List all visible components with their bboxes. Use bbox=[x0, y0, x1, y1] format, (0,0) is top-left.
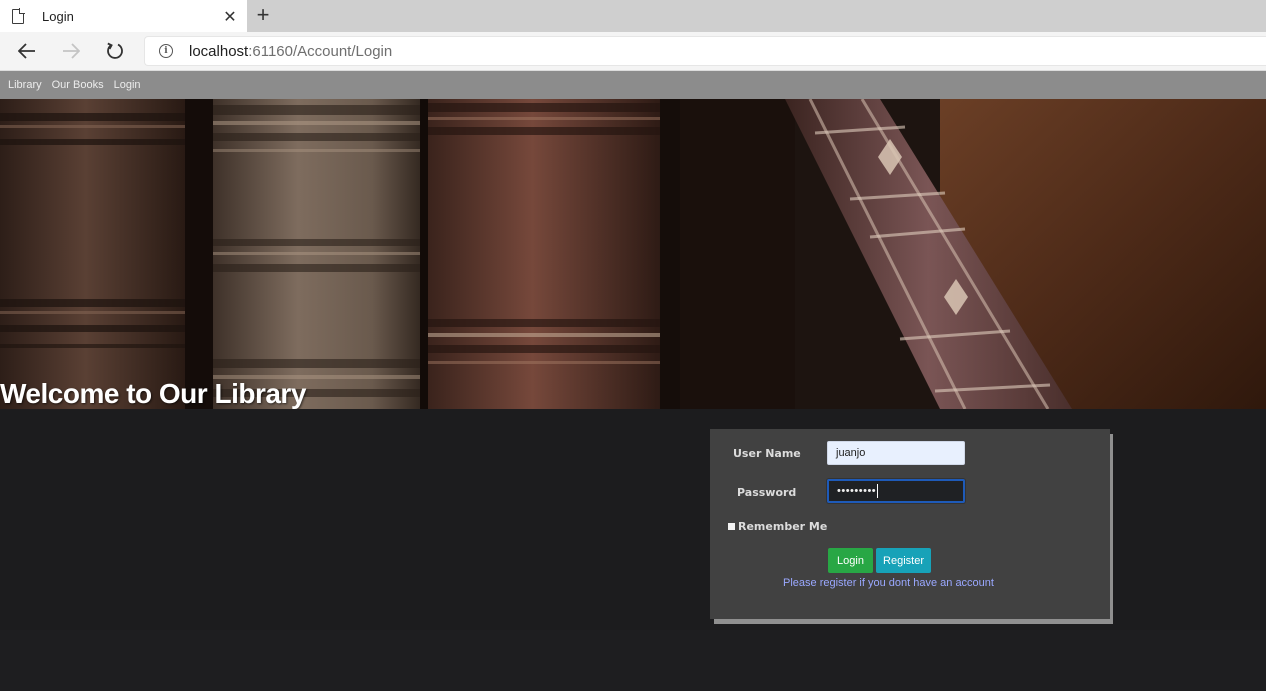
page-icon bbox=[12, 8, 25, 24]
new-tab-icon[interactable]: + bbox=[252, 4, 274, 26]
password-label: Password bbox=[737, 486, 797, 499]
browser-toolbar: i localhost:61160/Account/Login bbox=[0, 32, 1266, 71]
tab-title: Login bbox=[42, 8, 74, 24]
username-label: User Name bbox=[733, 447, 801, 460]
remember-me-label: Remember Me bbox=[738, 520, 828, 533]
reload-button[interactable] bbox=[98, 35, 132, 67]
username-input[interactable]: juanjo bbox=[827, 441, 965, 465]
login-form: User Name juanjo Password ••••••••• Reme… bbox=[710, 429, 1110, 619]
nav-link-login[interactable]: Login bbox=[114, 79, 141, 91]
url-host: localhost bbox=[189, 42, 249, 60]
forward-button[interactable] bbox=[54, 35, 88, 67]
remember-me: Remember Me bbox=[728, 520, 827, 533]
login-button[interactable]: Login bbox=[828, 548, 873, 573]
close-tab-icon[interactable]: ✕ bbox=[218, 4, 242, 28]
nav-link-our-books[interactable]: Our Books bbox=[52, 79, 104, 91]
text-caret bbox=[877, 484, 879, 498]
url-path: :61160/Account/Login bbox=[248, 42, 393, 60]
register-hint-link[interactable]: Please register if you dont have an acco… bbox=[783, 577, 994, 589]
nav-link-library[interactable]: Library bbox=[8, 79, 42, 91]
hero-title: Welcome to Our Library bbox=[0, 378, 306, 409]
address-bar[interactable]: i localhost:61160/Account/Login bbox=[144, 36, 1266, 66]
arrow-right-icon bbox=[63, 43, 80, 59]
back-button[interactable] bbox=[10, 35, 44, 67]
page-footer-area bbox=[0, 630, 1266, 691]
hero-banner: Welcome to Our Library bbox=[0, 99, 1266, 409]
register-button[interactable]: Register bbox=[876, 548, 931, 573]
remember-me-checkbox[interactable] bbox=[728, 523, 735, 530]
password-value: ••••••••• bbox=[837, 485, 877, 497]
hero-books-image bbox=[0, 99, 1266, 409]
reload-icon bbox=[107, 42, 123, 59]
info-icon[interactable]: i bbox=[159, 44, 173, 58]
password-input[interactable]: ••••••••• bbox=[827, 479, 965, 503]
url-text: localhost:61160/Account/Login bbox=[189, 43, 392, 60]
arrow-left-icon bbox=[18, 43, 35, 59]
site-navbar: Library Our Books Login bbox=[0, 71, 1266, 99]
browser-tab[interactable]: Login ✕ bbox=[0, 0, 247, 32]
browser-tabstrip: Login ✕ + bbox=[0, 0, 1266, 32]
